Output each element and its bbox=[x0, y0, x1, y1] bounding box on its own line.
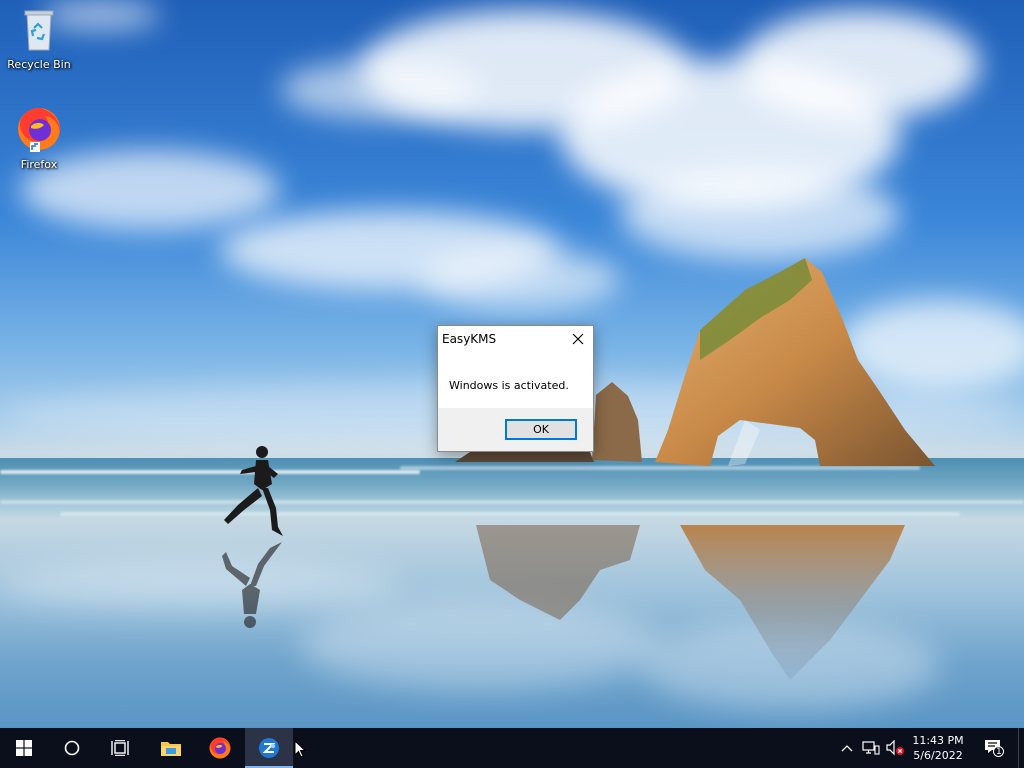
mouse-cursor-icon bbox=[294, 740, 306, 758]
network-icon bbox=[862, 741, 880, 755]
firefox-icon bbox=[209, 737, 231, 759]
firefox-icon bbox=[18, 108, 61, 152]
action-center-button[interactable]: 1 bbox=[980, 728, 1008, 768]
close-icon bbox=[572, 333, 584, 345]
easykms-dialog: EasyKMS Windows is activated. OK bbox=[437, 325, 594, 452]
desktop-icon-label: Firefox bbox=[20, 158, 58, 171]
dialog-close-button[interactable] bbox=[563, 326, 593, 352]
dialog-titlebar[interactable]: EasyKMS bbox=[438, 326, 593, 352]
taskbar-firefox[interactable] bbox=[196, 728, 244, 768]
desktop-icon-label: Recycle Bin bbox=[7, 58, 71, 71]
dialog-footer: OK bbox=[438, 408, 593, 451]
windows-start-icon bbox=[16, 740, 32, 756]
tray-volume[interactable] bbox=[884, 728, 906, 768]
tray-network[interactable] bbox=[860, 728, 882, 768]
recycle-bin-icon bbox=[24, 10, 54, 51]
desktop-icon-firefox[interactable]: Firefox bbox=[1, 106, 77, 171]
taskbar-file-explorer[interactable] bbox=[147, 728, 195, 768]
desktop-icon-recycle-bin[interactable]: Recycle Bin bbox=[1, 8, 77, 71]
file-explorer-icon bbox=[161, 742, 181, 756]
task-view-button[interactable] bbox=[96, 728, 144, 768]
volume-muted-icon bbox=[886, 740, 904, 756]
start-button[interactable] bbox=[0, 728, 48, 768]
taskbar: 11:43 PM 5/6/2022 1 bbox=[0, 728, 1024, 768]
search-button[interactable] bbox=[48, 728, 96, 768]
notification-count: 1 bbox=[996, 747, 1002, 757]
chevron-up-icon bbox=[841, 745, 853, 752]
dialog-title: EasyKMS bbox=[442, 332, 497, 346]
dialog-body: Windows is activated. bbox=[438, 352, 593, 408]
clock-date: 5/6/2022 bbox=[913, 749, 963, 762]
ok-button[interactable]: OK bbox=[505, 419, 577, 440]
taskbar-clock[interactable]: 11:43 PM 5/6/2022 bbox=[906, 728, 970, 768]
task-view-icon bbox=[111, 740, 129, 756]
clock-time: 11:43 PM bbox=[912, 734, 964, 747]
show-desktop-button[interactable] bbox=[1018, 728, 1024, 768]
taskbar-easykms[interactable] bbox=[245, 728, 293, 768]
dialog-message: Windows is activated. bbox=[449, 379, 569, 392]
easykms-icon bbox=[259, 738, 279, 758]
search-circle-icon bbox=[64, 740, 80, 756]
tray-show-hidden[interactable] bbox=[838, 728, 856, 768]
